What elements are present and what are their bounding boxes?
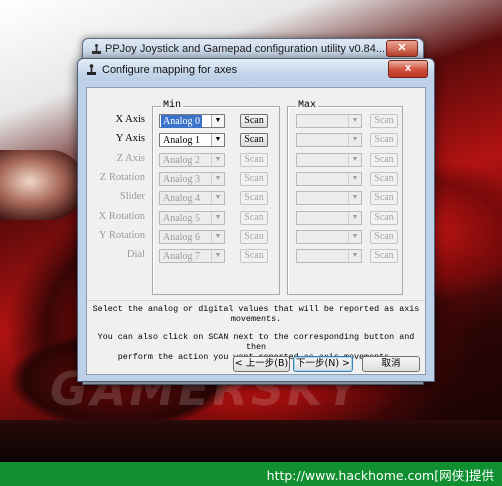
selected-value: Analog 4: [163, 193, 200, 204]
dialog-close-button[interactable]: x: [388, 60, 428, 78]
chevron-down-icon[interactable]: ▼: [211, 250, 224, 262]
chevron-down-icon[interactable]: ▼: [348, 115, 361, 127]
chevron-down-icon[interactable]: ▼: [211, 192, 224, 204]
site-footer-bar: http://www.hackhome.com[网侠]提供: [0, 462, 502, 486]
scan-max-button[interactable]: Scan: [370, 153, 398, 167]
axis-label: Z Rotation: [99, 172, 145, 183]
selected-value: Analog 7: [163, 251, 200, 262]
cancel-button[interactable]: 取消: [362, 356, 420, 372]
chevron-down-icon[interactable]: ▼: [348, 134, 361, 146]
scan-max-button[interactable]: Scan: [370, 230, 398, 244]
back-button[interactable]: < 上一步(B): [233, 356, 290, 372]
axis-max-select[interactable]: ▼: [296, 172, 362, 186]
instructions-text: Select the analog or digital values that…: [89, 304, 423, 362]
dialog-client-area: Min Max X Axis Analog 0 ▼ Scan ▼ Scan Y Axis An…: [86, 87, 426, 375]
dialog-title: Configure mapping for axes: [102, 64, 238, 76]
axes-mapping-dialog: Configure mapping for axes x Min Max X A…: [77, 58, 435, 382]
chevron-down-icon[interactable]: ▼: [348, 173, 361, 185]
instruction-line: You can also click on SCAN next to the c…: [97, 332, 415, 352]
scan-min-button[interactable]: Scan: [240, 211, 268, 225]
parent-close-button[interactable]: ✕: [386, 40, 418, 57]
axis-min-select[interactable]: Analog 7 ▼: [159, 249, 225, 263]
chevron-down-icon[interactable]: ▼: [348, 231, 361, 243]
scan-min-button[interactable]: Scan: [240, 249, 268, 263]
selected-value: Analog 1: [163, 135, 200, 146]
min-group-label: Min: [161, 100, 184, 111]
scan-min-button[interactable]: Scan: [240, 133, 268, 147]
chevron-down-icon[interactable]: ▼: [211, 173, 224, 185]
next-button[interactable]: 下一步(N) >: [293, 356, 353, 372]
separator: [87, 300, 425, 301]
joystick-icon: [87, 64, 96, 75]
scan-max-button[interactable]: Scan: [370, 191, 398, 205]
axis-min-select[interactable]: Analog 2 ▼: [159, 153, 225, 167]
axis-label: X Rotation: [98, 211, 145, 222]
axis-max-select[interactable]: ▼: [296, 133, 362, 147]
scan-max-button[interactable]: Scan: [370, 133, 398, 147]
axis-min-select[interactable]: Analog 6 ▼: [159, 230, 225, 244]
axis-label: Y Rotation: [99, 230, 145, 241]
instruction-line: movements.: [230, 314, 282, 324]
scan-min-button[interactable]: Scan: [240, 114, 268, 128]
selected-value: Analog 6: [163, 232, 200, 243]
axis-min-select[interactable]: Analog 4 ▼: [159, 191, 225, 205]
selected-value: Analog 3: [163, 174, 200, 185]
axis-label: Z Axis: [116, 153, 145, 164]
car-headlight: [0, 150, 85, 220]
joystick-icon: [92, 44, 101, 54]
axis-max-select[interactable]: ▼: [296, 114, 362, 128]
scan-min-button[interactable]: Scan: [240, 191, 268, 205]
scan-max-button[interactable]: Scan: [370, 172, 398, 186]
axis-max-select[interactable]: ▼: [296, 230, 362, 244]
chevron-down-icon[interactable]: ▼: [211, 154, 224, 166]
max-group-label: Max: [296, 100, 319, 111]
site-credit: http://www.hackhome.com[网侠]提供: [266, 468, 494, 483]
chevron-down-icon[interactable]: ▼: [348, 212, 361, 224]
parent-titlebar[interactable]: PPJoy Joystick and Gamepad configuration…: [83, 39, 423, 59]
car-lower-shadow: [0, 420, 502, 462]
axis-min-select[interactable]: Analog 3 ▼: [159, 172, 225, 186]
axis-label: Slider: [119, 191, 145, 202]
axis-max-select[interactable]: ▼: [296, 211, 362, 225]
axis-label: Dial: [126, 249, 145, 260]
scan-min-button[interactable]: Scan: [240, 153, 268, 167]
scan-max-button[interactable]: Scan: [370, 249, 398, 263]
scan-min-button[interactable]: Scan: [240, 230, 268, 244]
parent-title: PPJoy Joystick and Gamepad configuration…: [105, 43, 386, 55]
scan-max-button[interactable]: Scan: [370, 211, 398, 225]
chevron-down-icon[interactable]: ▼: [348, 154, 361, 166]
axis-max-select[interactable]: ▼: [296, 249, 362, 263]
selected-value: Analog 5: [163, 213, 200, 224]
axis-max-select[interactable]: ▼: [296, 191, 362, 205]
scan-min-button[interactable]: Scan: [240, 172, 268, 186]
scan-max-button[interactable]: Scan: [370, 114, 398, 128]
axis-label: Y Axis: [115, 133, 145, 144]
chevron-down-icon[interactable]: ▼: [211, 115, 224, 127]
dialog-titlebar[interactable]: Configure mapping for axes x: [78, 59, 434, 81]
chevron-down-icon[interactable]: ▼: [211, 212, 224, 224]
axis-min-select[interactable]: Analog 1 ▼: [159, 133, 225, 147]
axis-max-select[interactable]: ▼: [296, 153, 362, 167]
chevron-down-icon[interactable]: ▼: [211, 231, 224, 243]
chevron-down-icon[interactable]: ▼: [211, 134, 224, 146]
chevron-down-icon[interactable]: ▼: [348, 250, 361, 262]
instruction-line: Select the analog or digital values that…: [92, 304, 420, 314]
selected-value: Analog 2: [163, 155, 200, 166]
axis-min-select[interactable]: Analog 5 ▼: [159, 211, 225, 225]
selected-value: Analog 0: [161, 115, 202, 128]
chevron-down-icon[interactable]: ▼: [348, 192, 361, 204]
axis-label: X Axis: [115, 114, 145, 125]
axis-min-select[interactable]: Analog 0 ▼: [159, 114, 225, 128]
